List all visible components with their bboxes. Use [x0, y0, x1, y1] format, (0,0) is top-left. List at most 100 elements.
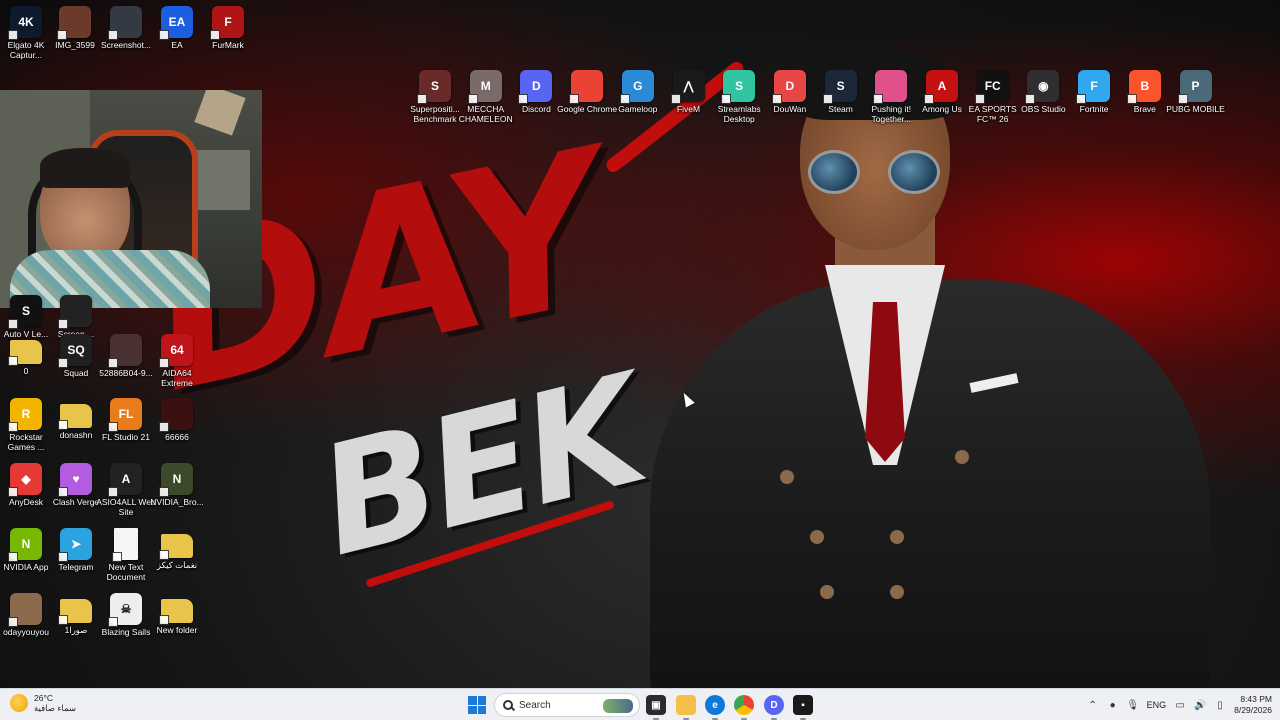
clock-time: 8:43 PM [1240, 694, 1272, 704]
aida64-icon: 64 [161, 334, 193, 366]
folder-icon [60, 599, 92, 623]
superposition-icon: S [419, 70, 451, 102]
steam-icon: S [824, 70, 857, 102]
fortnite-icon: F [1078, 70, 1111, 102]
clash-verge-icon: ♥ [60, 463, 92, 495]
start-button[interactable] [468, 696, 486, 714]
app-icon [60, 295, 92, 327]
taskbar-search[interactable]: Search [494, 693, 640, 717]
nvidia-icon: N [10, 528, 42, 560]
webcam-person-hair [40, 148, 130, 188]
brave-icon: B [1128, 70, 1161, 102]
webcam-decor [194, 90, 246, 136]
desktop-shortcut-label: FurMark [212, 40, 244, 50]
weather-widget[interactable]: 26°C سماء صافية [10, 693, 76, 713]
wallpaper-suit-button [890, 530, 904, 544]
task-view-icon[interactable]: ▣ [646, 695, 666, 720]
wallpaper-glasses-lens [808, 150, 860, 194]
file-explorer-icon[interactable] [676, 695, 696, 720]
desktop-shortcut-aida64[interactable]: 64 AIDA64 Extreme [147, 334, 207, 388]
language-indicator[interactable]: ENG [1147, 700, 1167, 710]
edge-icon[interactable]: e [705, 695, 725, 720]
asio-icon: A [110, 463, 142, 495]
webcam-shelf [190, 150, 250, 210]
douwan-icon: D [773, 70, 806, 102]
desktop-shortcut-newfolder[interactable]: New folder [147, 593, 207, 635]
desktop-shortcut-label: PUBG MOBILE [1166, 104, 1225, 114]
image-file-icon [110, 334, 142, 366]
among-us-icon: A [926, 70, 958, 102]
microphone-icon[interactable]: 🎙 [1126, 699, 1139, 711]
taskbar: 26°C سماء صافية Search ▣ e D ▪ ⌃ ● 🎙 ENG… [0, 688, 1280, 720]
wallpaper-suit-button [890, 585, 904, 599]
windows-logo-icon [477, 705, 486, 714]
folder-icon [161, 599, 193, 623]
desktop[interactable]: DAY BEK 4K Elgato 4K Captur... IMG_3599 Scr… [0, 0, 1280, 688]
chrome-icon [571, 70, 604, 102]
weather-desc: سماء صافية [34, 703, 76, 713]
fivem-icon: ⋀ [672, 70, 705, 102]
desktop-shortcut-label: AIDA64 Extreme [161, 368, 193, 388]
desktop-shortcut-furmark[interactable]: F FurMark [198, 6, 258, 50]
battery-icon[interactable]: ▯ [1214, 699, 1226, 711]
app-icon: S [10, 295, 42, 327]
furmark-icon: F [212, 6, 244, 38]
image-file-icon [110, 6, 142, 38]
desktop-shortcut-arabicfolder[interactable]: نغمات كيكز [147, 528, 207, 570]
discord-icon: D [520, 70, 553, 102]
fl-studio-icon: FL [110, 398, 142, 430]
telegram-icon: ➤ [60, 528, 92, 560]
gameloop-icon: G [621, 70, 654, 102]
wallpaper-suit-button [780, 470, 794, 484]
clock-date: 8/29/2026 [1234, 705, 1272, 715]
chrome-icon[interactable] [734, 695, 754, 720]
desktop-shortcut-label: 66666 [165, 432, 189, 442]
tray-app-icon[interactable]: ● [1107, 699, 1119, 711]
network-icon[interactable]: ▭ [1174, 699, 1186, 711]
ea-sports-icon: FC [976, 70, 1009, 102]
weather-sun-icon [10, 694, 28, 712]
image-file-icon [10, 593, 42, 625]
wallpaper-suit-button [810, 530, 824, 544]
nvidia-icon: N [161, 463, 193, 495]
desktop-shortcut-label: New folder [156, 625, 198, 635]
windows-logo-icon [477, 696, 486, 705]
desktop-shortcut-66666[interactable]: 66666 [147, 398, 207, 442]
clock[interactable]: 8:43 PM 8/29/2026 [1234, 694, 1272, 716]
system-tray: ⌃ ● 🎙 ENG ▭ 🔊 ▯ 8:43 PM 8/29/2026 [1087, 689, 1272, 720]
windows-logo-icon [468, 705, 477, 714]
desktop-shortcut-pubg[interactable]: P PUBG MOBILE [1166, 70, 1226, 114]
search-placeholder: Search [519, 699, 551, 711]
image-file-icon [59, 6, 91, 38]
elgato-icon: 4K [10, 6, 42, 38]
ea-icon: EA [161, 6, 193, 38]
streamlabs-icon[interactable]: ▪ [793, 695, 813, 720]
wallpaper-figure [610, 40, 1250, 688]
desktop-shortcut-label: NVIDIA_Bro... [150, 497, 204, 507]
text-file-icon [114, 528, 138, 560]
app-icon [875, 70, 908, 102]
folder-icon [161, 534, 193, 558]
desktop-shortcut-nvidiabro[interactable]: N NVIDIA_Bro... [147, 463, 207, 507]
wallpaper-suit [650, 280, 1210, 688]
webcam-overlay [0, 90, 262, 308]
discord-icon[interactable]: D [764, 695, 784, 720]
chevron-up-icon[interactable]: ⌃ [1087, 699, 1099, 711]
windows-logo-icon [468, 696, 477, 705]
obs-icon: ◉ [1027, 70, 1060, 102]
anydesk-icon: ◆ [10, 463, 42, 495]
pubg-icon: P [1179, 70, 1212, 102]
folder-icon [10, 340, 42, 364]
blazing-sails-icon: ☠ [110, 593, 142, 625]
desktop-shortcut-screen2[interactable]: Screen ... [46, 295, 106, 339]
wallpaper-glasses-lens [888, 150, 940, 194]
rockstar-icon: R [10, 398, 42, 430]
image-file-icon [161, 398, 193, 430]
search-icon [503, 700, 513, 710]
volume-icon[interactable]: 🔊 [1194, 699, 1206, 711]
app-icon: M [469, 70, 502, 102]
streamlabs-icon: S [723, 70, 756, 102]
desktop-shortcut-label: نغمات كيكز [156, 560, 198, 570]
squad-icon: SQ [60, 334, 92, 366]
folder-icon [60, 404, 92, 428]
